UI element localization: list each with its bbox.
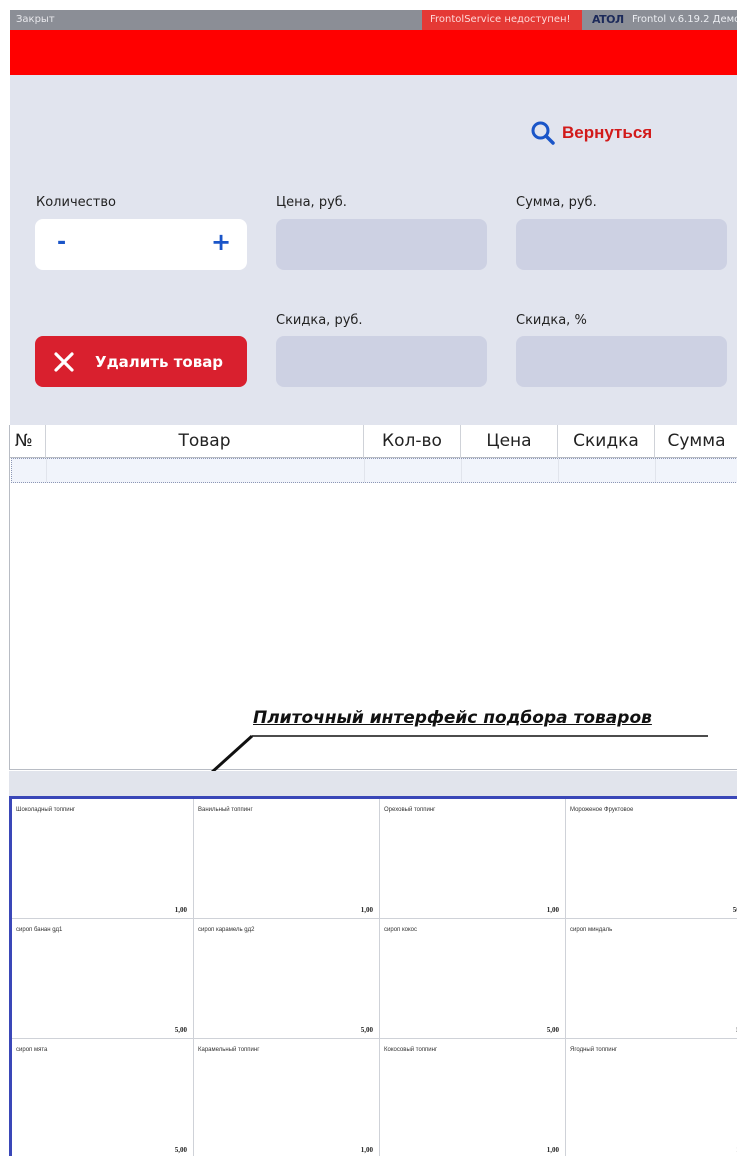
product-tile[interactable]: Кокосовый топпинг 1,00 <box>380 1039 566 1156</box>
product-tile-name: Кокосовый топпинг <box>384 1047 438 1053</box>
product-tile[interactable]: сироп мята 5,00 <box>12 1039 194 1156</box>
product-tile-price: 5,00 <box>546 1026 559 1034</box>
product-tile-price: 1,00 <box>174 906 187 914</box>
product-tile-price: 50,0 <box>732 906 737 914</box>
product-tile[interactable]: сироп миндаль5,0 <box>566 919 737 1039</box>
frontol-window: Закрыт FrontolService недоступен! ATOЛ F… <box>0 0 737 1156</box>
product-tile-name: сироп мята <box>16 1047 48 1053</box>
product-tile[interactable]: Шоколадный топпинг 1,00 <box>12 799 194 919</box>
product-tile-price: 5,00 <box>174 1146 187 1154</box>
product-tile-name: Ягодный топпинг <box>570 1047 618 1053</box>
product-tile[interactable]: Ягодный топпинг1,0 <box>566 1039 737 1156</box>
product-tile[interactable]: Ванильный топпинг 1,00 <box>194 799 380 919</box>
product-tile-name: Ванильный топпинг <box>198 807 253 813</box>
product-tile-name: Ореховый топпинг <box>384 807 436 813</box>
product-tile-name: сироп миндаль <box>570 927 613 933</box>
product-tile-price: 1,00 <box>546 1146 559 1154</box>
product-tile-price: 5,00 <box>360 1026 373 1034</box>
product-tile-name: сироп карамель gд2 <box>198 927 255 933</box>
product-tile-name: Мороженое Фруктовое <box>570 807 634 813</box>
product-tile-price: 5,00 <box>174 1026 187 1034</box>
product-tile[interactable]: Ореховый топпинг 1,00 <box>380 799 566 919</box>
product-tile[interactable]: Карамельный топпинг 1,00 <box>194 1039 380 1156</box>
product-tile[interactable]: сироп карамель gд2 5,00 <box>194 919 380 1039</box>
product-tile[interactable]: сироп кокос 5,00 <box>380 919 566 1039</box>
product-tile-price: 1,00 <box>360 1146 373 1154</box>
product-tile-name: Карамельный топпинг <box>198 1047 260 1053</box>
product-tile-name: сироп кокос <box>384 927 417 933</box>
separator-strip <box>9 771 737 796</box>
product-tile-name: Шоколадный топпинг <box>16 807 76 813</box>
annotation-caption: Плиточный интерфейс подбора товаров <box>253 708 652 728</box>
product-tile[interactable]: сироп банан gд1 5,00 <box>12 919 194 1039</box>
product-tile-name: сироп банан gд1 <box>16 927 63 933</box>
product-tile-price: 1,00 <box>546 906 559 914</box>
product-tile-grid: Шоколадный топпинг 1,00 Ванильный топпинг 1… <box>9 796 737 1156</box>
product-tile-price: 1,00 <box>360 906 373 914</box>
product-tile[interactable]: Мороженое Фруктовое 50,0 <box>566 799 737 919</box>
